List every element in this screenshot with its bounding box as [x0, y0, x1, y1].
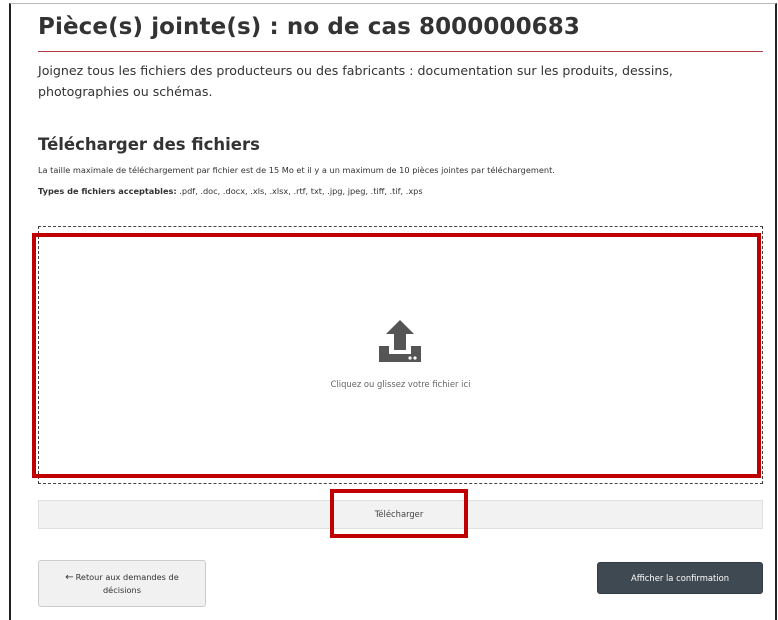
dropzone-label: Cliquez ou glissez votre fichier ici: [330, 379, 471, 389]
accepted-file-types: Types de fichiers acceptables: .pdf, .do…: [38, 186, 423, 196]
page-title: Pièce(s) jointe(s) : no de cas 800000068…: [38, 14, 580, 40]
show-confirmation-button[interactable]: Afficher la confirmation: [597, 562, 763, 594]
file-dropzone[interactable]: Cliquez ou glissez votre fichier ici: [38, 226, 763, 484]
back-to-requests-button[interactable]: ← Retour aux demandes de décisions: [38, 560, 206, 607]
upload-icon: [379, 320, 421, 362]
file-size-limit-text: La taille maximale de téléchargement par…: [38, 165, 555, 175]
back-button-label: Retour aux demandes de décisions: [75, 571, 179, 595]
upload-section-heading: Télécharger des fichiers: [38, 135, 260, 154]
upload-button[interactable]: Télécharger: [330, 489, 468, 538]
accepted-types-value: .pdf, .doc, .docx, .xls, .xlsx, .rtf, tx…: [176, 186, 423, 196]
intro-text: Joignez tous les fichiers des producteur…: [38, 63, 673, 99]
arrow-left-icon: ←: [65, 571, 74, 583]
title-underline: [38, 51, 763, 52]
accepted-types-label: Types de fichiers acceptables:: [38, 186, 177, 196]
